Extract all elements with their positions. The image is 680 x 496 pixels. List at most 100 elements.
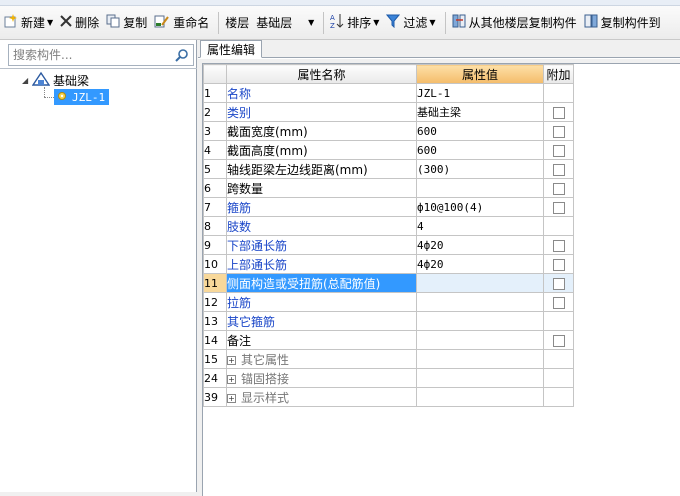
expand-plus-icon[interactable]: + [227,355,236,365]
extra-checkbox[interactable] [552,334,565,347]
table-row[interactable]: 11 侧面构造或受扭筋(总配筋值) [203,273,574,293]
property-name-cell[interactable]: 截面宽度(mm) [226,121,417,141]
search-box [8,44,194,66]
new-button[interactable]: 新建 ▼ [2,11,55,35]
rename-button[interactable]: 重命名 [152,11,211,35]
property-name-cell[interactable]: + 锚固搭接 [226,368,417,388]
property-value-cell[interactable]: 4 [416,216,544,236]
table-row[interactable]: 24 + 锚固搭接 [203,368,574,388]
property-value-cell[interactable] [416,273,544,293]
sort-label: 排序 [347,16,372,30]
search-icon[interactable] [173,46,191,64]
table-row[interactable]: 9 下部通长筋 4ф20 [203,235,574,255]
row-index: 39 [203,387,227,407]
copy-to-label: 复制构件到 [600,16,661,30]
table-row[interactable]: 14 备注 [203,330,574,350]
property-name-cell[interactable]: 侧面构造或受扭筋(总配筋值) [226,273,417,293]
extra-cell [543,273,574,293]
extra-cell [543,311,574,331]
property-name-text: 跨数量 [227,181,264,196]
property-name-cell[interactable]: 其它箍筋 [226,311,417,331]
table-row[interactable]: 3 截面宽度(mm) 600 [203,121,574,141]
table-row[interactable]: 10 上部通长筋 4ф20 [203,254,574,274]
property-name-cell[interactable]: 备注 [226,330,417,350]
sort-button[interactable]: AZ 排序 ▼ [328,11,381,35]
extra-checkbox[interactable] [552,239,565,252]
extra-checkbox[interactable] [552,144,565,157]
copy-to-button[interactable]: 复制构件到 [582,11,663,35]
property-name-cell[interactable]: + 显示样式 [226,387,417,407]
copy-label: 复制 [123,16,148,30]
property-value-cell[interactable] [416,330,544,350]
table-row[interactable]: 1 名称 JZL-1 [203,83,574,103]
property-value-cell[interactable]: JZL-1 [416,83,544,103]
extra-checkbox[interactable] [552,258,565,271]
tab-property-edit[interactable]: 属性编辑 [200,40,263,58]
extra-checkbox[interactable] [552,296,565,309]
property-name-cell[interactable]: + 其它属性 [226,349,417,369]
property-name-cell[interactable]: 肢数 [226,216,417,236]
extra-checkbox[interactable] [552,163,565,176]
table-row[interactable]: 12 拉筋 [203,292,574,312]
header-extra[interactable]: 附加 [543,64,574,84]
extra-checkbox[interactable] [552,125,565,138]
property-value-cell[interactable]: ф10@100(4) [416,197,544,217]
table-row[interactable]: 8 肢数 4 [203,216,574,236]
property-name-cell[interactable]: 名称 [226,83,417,103]
table-row[interactable]: 15 + 其它属性 [203,349,574,369]
floor-select[interactable]: 基础层 ▼ [254,12,316,34]
filter-button[interactable]: 过滤 ▼ [384,11,437,35]
extra-cell [543,254,574,274]
property-name-cell[interactable]: 截面高度(mm) [226,140,417,160]
property-value-cell[interactable] [416,311,544,331]
property-name-cell[interactable]: 拉筋 [226,292,417,312]
property-value-cell[interactable]: 4ф20 [416,254,544,274]
property-value-cell[interactable] [416,292,544,312]
header-property-name[interactable]: 属性名称 [226,64,417,84]
dropdown-arrow-icon: ▼ [373,18,380,27]
property-name-cell[interactable]: 轴线距梁左边线距离(mm) [226,159,417,179]
expand-plus-icon[interactable]: + [227,393,236,403]
extra-checkbox[interactable] [552,201,565,214]
property-value-cell[interactable]: (300) [416,159,544,179]
property-value-cell[interactable]: 600 [416,140,544,160]
tree-node-foundation-beam[interactable]: ◢ 基础梁 [22,71,89,89]
delete-button[interactable]: 删除 [58,11,101,35]
tree-connector [44,97,54,98]
copy-from-floor-button[interactable]: 从其他楼层复制构件 [450,11,579,35]
extra-cell [543,387,574,407]
header-property-value[interactable]: 属性值 [416,64,544,84]
table-row[interactable]: 5 轴线距梁左边线距离(mm) (300) [203,159,574,179]
property-name-cell[interactable]: 下部通长筋 [226,235,417,255]
property-name-cell[interactable]: 跨数量 [226,178,417,198]
table-row[interactable]: 39 + 显示样式 [203,387,574,407]
table-row[interactable]: 4 截面高度(mm) 600 [203,140,574,160]
property-value-cell[interactable]: 600 [416,121,544,141]
table-row[interactable]: 2 类别 基础主梁 [203,102,574,122]
extra-checkbox[interactable] [552,277,565,290]
search-input[interactable] [9,46,169,64]
row-index: 7 [203,197,227,217]
extra-checkbox[interactable] [552,182,565,195]
dropdown-arrow-icon: ▼ [308,18,315,27]
dropdown-arrow-icon: ▼ [429,18,436,27]
property-name-cell[interactable]: 箍筋 [226,197,417,217]
property-value-cell[interactable]: 基础主梁 [416,102,544,122]
copy-from-floor-icon [452,14,466,31]
collapse-arrow-icon[interactable]: ◢ [22,76,32,85]
filter-icon [386,14,401,31]
row-index: 5 [203,159,227,179]
tree-node-jzl-1[interactable]: JZL-1 [54,89,110,105]
table-row[interactable]: 13 其它箍筋 [203,311,574,331]
table-row[interactable]: 7 箍筋 ф10@100(4) [203,197,574,217]
property-name-cell[interactable]: 上部通长筋 [226,254,417,274]
expand-plus-icon[interactable]: + [227,374,236,384]
property-name-cell[interactable]: 类别 [226,102,417,122]
extra-checkbox[interactable] [552,106,565,119]
toolbar-separator [444,11,446,34]
property-value-cell[interactable]: 4ф20 [416,235,544,255]
table-row[interactable]: 6 跨数量 [203,178,574,198]
svg-text:Z: Z [330,22,335,29]
copy-button[interactable]: 复制 [104,11,149,35]
property-value-cell[interactable] [416,178,544,198]
